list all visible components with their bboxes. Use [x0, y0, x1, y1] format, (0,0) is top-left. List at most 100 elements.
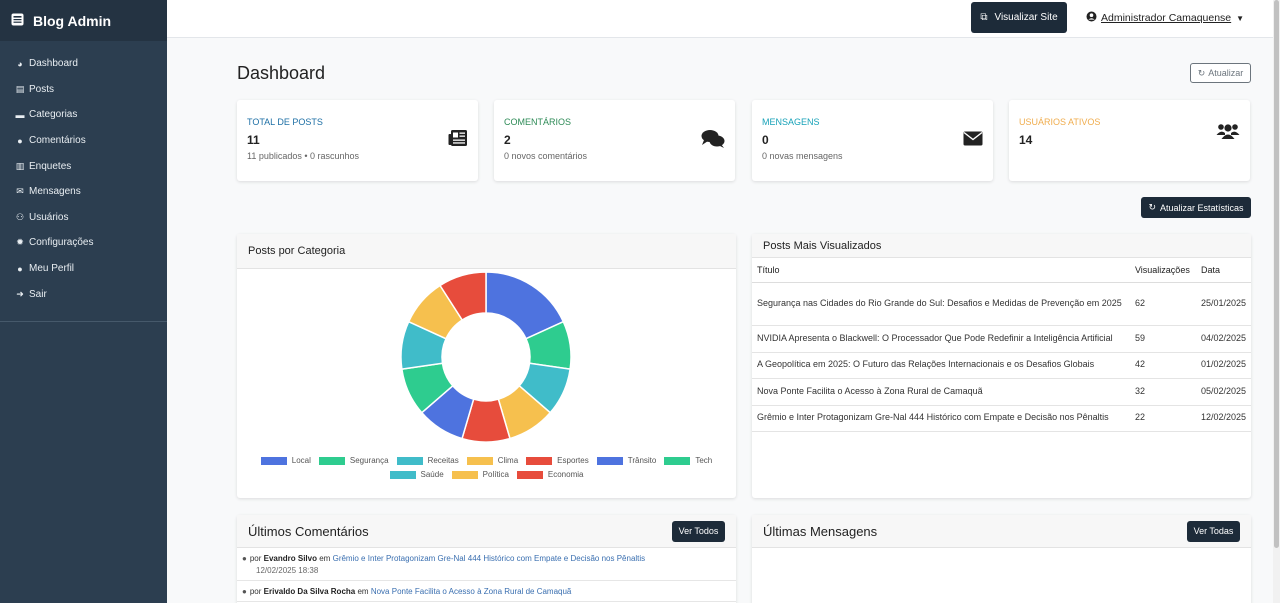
category-chart-title: Posts por Categoria [248, 245, 346, 257]
comment-icon: ● [242, 587, 247, 596]
sidebar-item-label: Usuários [29, 211, 69, 223]
sidebar-item-label: Mensagens [29, 186, 81, 198]
blog-icon [11, 13, 24, 29]
most-viewed-header: Posts Mais Visualizados [752, 234, 1251, 258]
category-chart-header: Posts por Categoria [237, 234, 736, 269]
legend-label: Economia [547, 470, 584, 479]
topbar: ⧉ Visualizar Site Administrador Camaquen… [167, 0, 1273, 38]
legend-swatch [318, 456, 345, 465]
legend-item[interactable]: Tech [664, 456, 712, 465]
table-row[interactable]: A Geopolítica em 2025: O Futuro das Rela… [752, 352, 1251, 379]
stat-value: 0 [762, 133, 769, 147]
legend-label: Local [291, 456, 311, 465]
legend-item[interactable]: Local [260, 456, 311, 465]
stat-card-posts: Total de Posts 11 11 publicados • 0 rasc… [237, 100, 478, 181]
legend-item[interactable]: Política [451, 470, 509, 479]
user-menu[interactable]: Administrador Camaquense ▼ [1086, 11, 1244, 25]
legend-label: Esportes [557, 456, 589, 465]
legend-item[interactable]: Saúde [389, 470, 444, 479]
view-site-button[interactable]: ⧉ Visualizar Site [971, 2, 1067, 33]
column-header-views: Visualizações [1129, 258, 1196, 283]
legend-item[interactable]: Receitas [396, 456, 459, 465]
sidebar-item-usuarios[interactable]: ⚇ Usuários [0, 205, 167, 231]
legend-item[interactable]: Esportes [526, 456, 589, 465]
most-viewed-card: Posts Mais Visualizados Título Visualiza… [752, 234, 1251, 498]
stat-label: Total de Posts [247, 117, 323, 127]
comment-post-link[interactable]: Nova Ponte Facilita o Acesso à Zona Rura… [371, 587, 572, 596]
sidebar-item-comentarios[interactable]: ● Comentários [0, 128, 167, 154]
sidebar: Blog Admin ◕ Dashboard ▤ Posts ▬ Categorias… [0, 0, 167, 603]
external-link-icon: ⧉ [980, 12, 988, 23]
sidebar-item-label: Dashboard [29, 58, 78, 70]
page-scrollbar[interactable] [1273, 0, 1280, 603]
table-row[interactable]: Nova Ponte Facilita o Acesso à Zona Rura… [752, 378, 1251, 406]
sidebar-item-label: Sair [29, 288, 47, 300]
legend-swatch [526, 456, 553, 465]
brand[interactable]: Blog Admin [0, 0, 167, 41]
legend-swatch [451, 470, 478, 479]
comment-post-link[interactable]: Grêmio e Inter Protagonizam Gre-Nal 444 … [333, 554, 646, 563]
date-cell: 01/02/2025 [1195, 352, 1251, 379]
legend-item[interactable]: Segurança [318, 456, 389, 465]
legend-swatch [389, 470, 416, 479]
sidebar-item-posts[interactable]: ▤ Posts [0, 77, 167, 103]
table-row[interactable]: NVIDIA Apresenta o Blackwell: O Processa… [752, 325, 1251, 353]
category-donut-chart [400, 271, 572, 443]
sidebar-item-enquetes[interactable]: ▥ Enquetes [0, 153, 167, 179]
legend-label: Clima [497, 456, 519, 465]
file-icon: ▤ [15, 83, 25, 94]
legend-item[interactable]: Clima [466, 456, 519, 465]
comment-by: por [249, 587, 262, 596]
sidebar-item-meu-perfil[interactable]: ● Meu Perfil [0, 256, 167, 282]
chevron-down-icon: ▼ [1236, 13, 1245, 23]
user-icon: ● [17, 263, 23, 274]
stat-sub: 0 novas mensagens [762, 151, 843, 161]
refresh-icon: ↻ [1148, 202, 1156, 212]
most-viewed-title: Posts Mais Visualizados [763, 239, 882, 252]
users-icon: ⚇ [15, 211, 25, 222]
legend-label: Receitas [427, 456, 459, 465]
stat-label: Mensagens [762, 117, 820, 127]
stat-label: Comentários [504, 117, 572, 127]
chart-legend: Local Segurança Receitas Clima Esportes Trâns… [237, 456, 736, 479]
brand-title: Blog Admin [33, 12, 112, 29]
sidebar-item-mensagens[interactable]: ✉ Mensagens [0, 179, 167, 205]
users-icon [1216, 122, 1240, 146]
post-title-cell: NVIDIA Apresenta o Blackwell: O Processa… [752, 325, 1130, 353]
views-cell: 22 [1129, 405, 1196, 432]
sidebar-item-categorias[interactable]: ▬ Categorias [0, 102, 167, 128]
table-row[interactable]: Grêmio e Inter Protagonizam Gre-Nal 444 … [752, 405, 1251, 432]
stat-card-comentarios: Comentários 2 0 novos comentários [494, 100, 735, 181]
newspaper-icon [448, 129, 468, 153]
sidebar-item-label: Configurações [29, 237, 94, 249]
refresh-button[interactable]: ↻ Atualizar [1190, 63, 1251, 83]
view-all-messages-button[interactable]: Ver Todas [1187, 520, 1240, 542]
comment-in: em [357, 587, 369, 596]
comments-icon: ● [17, 135, 23, 146]
comment-author: Evandro Silvo [263, 554, 317, 563]
legend-item[interactable]: Trânsito [596, 456, 656, 465]
stat-value: 2 [504, 133, 511, 147]
comment-author: Erivaldo Da Silva Rocha [263, 587, 356, 596]
sidebar-item-dashboard[interactable]: ◕ Dashboard [0, 51, 167, 77]
most-viewed-table: Título Visualizações Data Segurança nas … [752, 258, 1251, 432]
legend-item[interactable]: Economia [516, 470, 584, 479]
tachometer-icon: ◕ [17, 58, 23, 69]
table-row[interactable]: Segurança nas Cidades do Rio Grande do S… [752, 282, 1251, 326]
date-cell: 04/02/2025 [1195, 325, 1251, 353]
envelope-icon [963, 129, 983, 152]
stat-value: 14 [1019, 133, 1033, 147]
latest-comments-card: Últimos Comentários Ver Todos ● por Evand… [237, 515, 736, 603]
view-all-comments-button[interactable]: Ver Todos [672, 520, 725, 542]
legend-swatch [260, 456, 287, 465]
refresh-icon: ↻ [1197, 67, 1206, 78]
legend-swatch [396, 456, 423, 465]
views-cell: 32 [1129, 378, 1196, 406]
user-circle-icon [1086, 11, 1097, 25]
refresh-stats-button[interactable]: ↻ Atualizar Estatísticas [1141, 197, 1251, 218]
sidebar-item-configuracoes[interactable]: ✹ Configurações [0, 230, 167, 256]
stat-sub: 0 novos comentários [504, 151, 588, 161]
sidebar-item-label: Posts [29, 83, 55, 95]
sidebar-item-sair[interactable]: ➜ Sair [0, 281, 167, 307]
scrollbar-thumb[interactable] [1274, 0, 1279, 548]
